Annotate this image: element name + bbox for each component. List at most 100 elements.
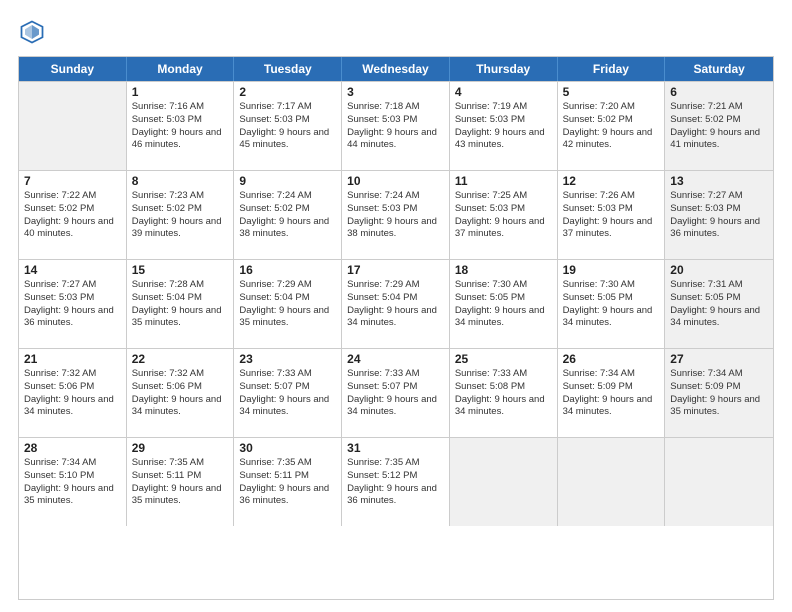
calendar-row-4: 28 Sunrise: 7:34 AM Sunset: 5:10 PM Dayli… [19, 437, 773, 526]
calendar-cell [450, 438, 558, 526]
calendar-cell: 27Sunrise: 7:34 AM Sunset: 5:09 PM Dayli… [665, 349, 773, 437]
calendar-cell [558, 438, 666, 526]
day-number: 19 [563, 263, 660, 277]
cell-info: Sunrise: 7:34 AM Sunset: 5:09 PM Dayligh… [563, 368, 660, 419]
logo-icon [18, 18, 46, 46]
cell-info: Sunrise: 7:21 AM Sunset: 5:02 PM Dayligh… [670, 101, 768, 152]
day-number: 5 [563, 85, 660, 99]
calendar-cell: 31 Sunrise: 7:35 AM Sunset: 5:12 PM Dayli… [342, 438, 450, 526]
cell-info: Sunrise: 7:35 AM Sunset: 5:11 PM Dayligh… [239, 457, 336, 508]
cell-info: Sunrise: 7:24 AM Sunset: 5:02 PM Dayligh… [239, 190, 336, 241]
day-number: 27 [670, 352, 768, 366]
calendar-cell: 18 Sunrise: 7:30 AM Sunset: 5:05 PM Dayli… [450, 260, 558, 348]
cell-info: Sunrise: 7:27 AM Sunset: 5:03 PM Dayligh… [24, 279, 121, 330]
day-number: 11 [455, 174, 552, 188]
day-number: 13 [670, 174, 768, 188]
cell-info: Sunrise: 7:30 AM Sunset: 5:05 PM Dayligh… [563, 279, 660, 330]
day-number: 12 [563, 174, 660, 188]
calendar-cell: 13 Sunrise: 7:27 AM Sunset: 5:03 PM Dayli… [665, 171, 773, 259]
calendar-header-row: SundayMondayTuesdayWednesdayThursdayFrid… [19, 57, 773, 81]
cell-info: Sunrise: 7:25 AM Sunset: 5:03 PM Dayligh… [455, 190, 552, 241]
day-number: 3 [347, 85, 444, 99]
calendar-cell: 8 Sunrise: 7:23 AM Sunset: 5:02 PM Daylig… [127, 171, 235, 259]
cell-info: Sunrise: 7:29 AM Sunset: 5:04 PM Dayligh… [347, 279, 444, 330]
header-cell-saturday: Saturday [665, 57, 773, 81]
cell-info: Sunrise: 7:17 AM Sunset: 5:03 PM Dayligh… [239, 101, 336, 152]
cell-info: Sunrise: 7:19 AM Sunset: 5:03 PM Dayligh… [455, 101, 552, 152]
calendar-cell: 23Sunrise: 7:33 AM Sunset: 5:07 PM Dayli… [234, 349, 342, 437]
day-number: 16 [239, 263, 336, 277]
day-number: 24 [347, 352, 444, 366]
header-cell-friday: Friday [558, 57, 666, 81]
calendar-cell [665, 438, 773, 526]
day-number: 20 [670, 263, 768, 277]
cell-info: Sunrise: 7:27 AM Sunset: 5:03 PM Dayligh… [670, 190, 768, 241]
header-cell-tuesday: Tuesday [234, 57, 342, 81]
header-cell-thursday: Thursday [450, 57, 558, 81]
calendar-cell: 15 Sunrise: 7:28 AM Sunset: 5:04 PM Dayli… [127, 260, 235, 348]
calendar-cell: 26 Sunrise: 7:34 AM Sunset: 5:09 PM Dayli… [558, 349, 666, 437]
day-number: 29 [132, 441, 229, 455]
calendar-row-2: 14 Sunrise: 7:27 AM Sunset: 5:03 PM Dayli… [19, 259, 773, 348]
calendar-page: SundayMondayTuesdayWednesdayThursdayFrid… [0, 0, 792, 612]
calendar-body: 1 Sunrise: 7:16 AM Sunset: 5:03 PM Daylig… [19, 81, 773, 526]
calendar-row-0: 1 Sunrise: 7:16 AM Sunset: 5:03 PM Daylig… [19, 81, 773, 170]
day-number: 1 [132, 85, 229, 99]
calendar-cell: 29 Sunrise: 7:35 AM Sunset: 5:11 PM Dayli… [127, 438, 235, 526]
calendar-cell: 16Sunrise: 7:29 AM Sunset: 5:04 PM Dayli… [234, 260, 342, 348]
calendar-row-3: 21 Sunrise: 7:32 AM Sunset: 5:06 PM Dayli… [19, 348, 773, 437]
day-number: 31 [347, 441, 444, 455]
cell-info: Sunrise: 7:33 AM Sunset: 5:08 PM Dayligh… [455, 368, 552, 419]
cell-info: Sunrise: 7:22 AM Sunset: 5:02 PM Dayligh… [24, 190, 121, 241]
cell-info: Sunrise: 7:16 AM Sunset: 5:03 PM Dayligh… [132, 101, 229, 152]
cell-info: Sunrise: 7:30 AM Sunset: 5:05 PM Dayligh… [455, 279, 552, 330]
day-number: 14 [24, 263, 121, 277]
calendar-cell: 14 Sunrise: 7:27 AM Sunset: 5:03 PM Dayli… [19, 260, 127, 348]
day-number: 18 [455, 263, 552, 277]
calendar-cell: 30 Sunrise: 7:35 AM Sunset: 5:11 PM Dayli… [234, 438, 342, 526]
day-number: 10 [347, 174, 444, 188]
day-number: 28 [24, 441, 121, 455]
calendar-cell [19, 82, 127, 170]
day-number: 26 [563, 352, 660, 366]
header-cell-wednesday: Wednesday [342, 57, 450, 81]
day-number: 7 [24, 174, 121, 188]
calendar-cell: 5 Sunrise: 7:20 AM Sunset: 5:02 PM Daylig… [558, 82, 666, 170]
header-cell-monday: Monday [127, 57, 235, 81]
day-number: 23 [239, 352, 336, 366]
calendar-cell: 10Sunrise: 7:24 AM Sunset: 5:03 PM Dayli… [342, 171, 450, 259]
cell-info: Sunrise: 7:31 AM Sunset: 5:05 PM Dayligh… [670, 279, 768, 330]
cell-info: Sunrise: 7:26 AM Sunset: 5:03 PM Dayligh… [563, 190, 660, 241]
day-number: 8 [132, 174, 229, 188]
calendar-cell: 28 Sunrise: 7:34 AM Sunset: 5:10 PM Dayli… [19, 438, 127, 526]
day-number: 9 [239, 174, 336, 188]
day-number: 30 [239, 441, 336, 455]
logo [18, 18, 50, 46]
calendar-cell: 1 Sunrise: 7:16 AM Sunset: 5:03 PM Daylig… [127, 82, 235, 170]
cell-info: Sunrise: 7:35 AM Sunset: 5:11 PM Dayligh… [132, 457, 229, 508]
calendar-cell: 21 Sunrise: 7:32 AM Sunset: 5:06 PM Dayli… [19, 349, 127, 437]
day-number: 6 [670, 85, 768, 99]
day-number: 4 [455, 85, 552, 99]
day-number: 15 [132, 263, 229, 277]
cell-info: Sunrise: 7:34 AM Sunset: 5:10 PM Dayligh… [24, 457, 121, 508]
day-number: 2 [239, 85, 336, 99]
day-number: 21 [24, 352, 121, 366]
cell-info: Sunrise: 7:28 AM Sunset: 5:04 PM Dayligh… [132, 279, 229, 330]
header-cell-sunday: Sunday [19, 57, 127, 81]
cell-info: Sunrise: 7:33 AM Sunset: 5:07 PM Dayligh… [347, 368, 444, 419]
cell-info: Sunrise: 7:32 AM Sunset: 5:06 PM Dayligh… [132, 368, 229, 419]
cell-info: Sunrise: 7:23 AM Sunset: 5:02 PM Dayligh… [132, 190, 229, 241]
cell-info: Sunrise: 7:32 AM Sunset: 5:06 PM Dayligh… [24, 368, 121, 419]
calendar-cell: 19 Sunrise: 7:30 AM Sunset: 5:05 PM Dayli… [558, 260, 666, 348]
cell-info: Sunrise: 7:35 AM Sunset: 5:12 PM Dayligh… [347, 457, 444, 508]
calendar-cell: 25Sunrise: 7:33 AM Sunset: 5:08 PM Dayli… [450, 349, 558, 437]
calendar-cell: 11 Sunrise: 7:25 AM Sunset: 5:03 PM Dayli… [450, 171, 558, 259]
header [18, 18, 774, 46]
calendar-cell: 17 Sunrise: 7:29 AM Sunset: 5:04 PM Dayli… [342, 260, 450, 348]
day-number: 17 [347, 263, 444, 277]
calendar-cell: 7 Sunrise: 7:22 AM Sunset: 5:02 PM Daylig… [19, 171, 127, 259]
cell-info: Sunrise: 7:20 AM Sunset: 5:02 PM Dayligh… [563, 101, 660, 152]
calendar-cell: 6 Sunrise: 7:21 AM Sunset: 5:02 PM Daylig… [665, 82, 773, 170]
calendar-cell: 20 Sunrise: 7:31 AM Sunset: 5:05 PM Dayli… [665, 260, 773, 348]
